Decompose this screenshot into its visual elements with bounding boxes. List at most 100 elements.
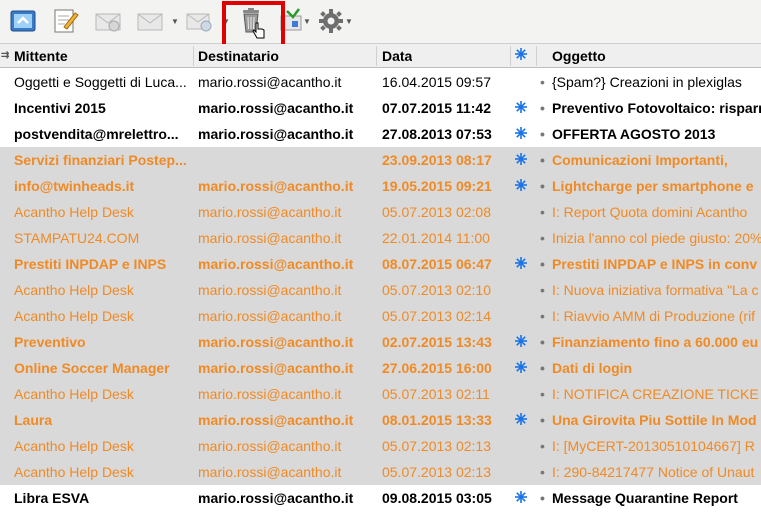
message-recipient: mario.rossi@acantho.it (198, 386, 342, 402)
message-sender: Preventivo (14, 334, 86, 350)
message-subject: I: Nuova iniziativa formativa "La c (552, 282, 759, 298)
message-row[interactable]: Acantho Help Desk mario.rossi@acantho.it 0… (0, 459, 761, 485)
message-subject: I: Report Quota domini Acantho (552, 204, 748, 220)
message-date: 08.07.2015 06:47 (382, 256, 492, 272)
thread-bullet-icon: • (540, 230, 545, 246)
message-subject: Lightcharge per smartphone e (552, 178, 754, 194)
message-recipient: mario.rossi@acantho.it (198, 438, 342, 454)
message-recipient: mario.rossi@acantho.it (198, 230, 342, 246)
message-subject: Comunicazioni Importanti, (552, 152, 728, 168)
message-row[interactable]: Incentivi 2015 mario.rossi@acantho.it 07.0… (0, 95, 761, 121)
message-row[interactable]: Acantho Help Desk mario.rossi@acantho.it 0… (0, 277, 761, 303)
column-date[interactable]: Data (382, 48, 412, 64)
message-sender: Acantho Help Desk (14, 464, 134, 480)
star-icon[interactable] (514, 178, 532, 195)
thread-bullet-icon: • (540, 308, 545, 324)
compose-icon[interactable] (50, 6, 80, 36)
message-sender: Servizi finanziari Postep... (14, 152, 187, 168)
star-icon[interactable] (514, 412, 532, 429)
message-subject: I: [MyCERT-20130510104667] R (552, 438, 755, 454)
settings-dropdown-caret[interactable]: ▼ (345, 18, 353, 26)
message-recipient: mario.rossi@acantho.it (198, 100, 354, 116)
thread-bullet-icon: • (540, 386, 545, 402)
column-divider[interactable] (376, 46, 377, 66)
thread-bullet-icon: • (540, 126, 545, 142)
star-icon[interactable] (514, 126, 532, 143)
message-date: 02.07.2015 13:43 (382, 334, 492, 350)
column-divider[interactable] (510, 46, 511, 66)
message-recipient: mario.rossi@acantho.it (198, 412, 354, 428)
get-mail-icon[interactable] (8, 6, 38, 36)
message-date: 22.01.2014 11:00 (382, 230, 490, 246)
junk-filter-dropdown-caret[interactable]: ▼ (303, 18, 311, 26)
thread-column-icon[interactable]: ⇉ (1, 50, 9, 61)
message-sender: postvendita@mrelettro... (14, 126, 179, 142)
message-sender: Oggetti e Soggetti di Luca... (14, 74, 187, 90)
thread-bullet-icon: • (540, 412, 545, 428)
star-icon[interactable] (514, 490, 532, 507)
send-receive-icon[interactable] (184, 6, 214, 36)
thread-bullet-icon: • (540, 438, 545, 454)
message-recipient: mario.rossi@acantho.it (198, 204, 342, 220)
star-icon[interactable] (514, 360, 532, 377)
message-sender: Acantho Help Desk (14, 308, 134, 324)
message-subject: Message Quarantine Report (552, 490, 738, 506)
column-divider[interactable] (536, 46, 537, 66)
message-sender: info@twinheads.it (14, 178, 135, 194)
column-sender[interactable]: Mittente (14, 48, 68, 64)
message-row[interactable]: postvendita@mrelettro... mario.rossi@acan… (0, 121, 761, 147)
message-subject: Una Girovita Piu Sottile In Mod (552, 412, 757, 428)
message-row[interactable]: Acantho Help Desk mario.rossi@acantho.it 0… (0, 303, 761, 329)
message-row[interactable]: Online Soccer Manager mario.rossi@acantho… (0, 355, 761, 381)
forward-icon[interactable] (134, 6, 164, 36)
message-subject: Finanziamento fino a 60.000 eu (552, 334, 759, 350)
star-icon[interactable] (514, 334, 532, 351)
message-subject: I: NOTIFICA CREAZIONE TICKE (552, 386, 759, 402)
message-row[interactable]: Acantho Help Desk mario.rossi@acantho.it 0… (0, 381, 761, 407)
message-row[interactable]: Acantho Help Desk mario.rossi@acantho.it 0… (0, 199, 761, 225)
message-row[interactable]: Servizi finanziari Postep... 23.09.2013 0… (0, 147, 761, 173)
message-row[interactable]: Prestiti INPDAP e INPS mario.rossi@acanth… (0, 251, 761, 277)
forward-dropdown-caret[interactable]: ▼ (171, 18, 179, 26)
message-sender: Acantho Help Desk (14, 282, 134, 298)
message-date: 27.06.2015 16:00 (382, 360, 492, 376)
column-recipient[interactable]: Destinatario (198, 48, 279, 64)
star-icon[interactable] (514, 152, 532, 169)
message-recipient: mario.rossi@acantho.it (198, 282, 342, 298)
message-date: 09.08.2015 03:05 (382, 490, 492, 506)
message-subject: Inizia l'anno col piede giusto: 20% (552, 230, 761, 246)
message-recipient: mario.rossi@acantho.it (198, 178, 354, 194)
message-subject: Prestiti INPDAP e INPS in conv (552, 256, 758, 272)
message-row[interactable]: Libra ESVA mario.rossi@acantho.it 09.08.20… (0, 485, 761, 511)
message-recipient: mario.rossi@acantho.it (198, 74, 342, 90)
message-date: 16.04.2015 09:57 (382, 74, 491, 90)
message-row[interactable]: info@twinheads.it mario.rossi@acantho.it 1… (0, 173, 761, 199)
message-sender: Libra ESVA (14, 490, 90, 506)
message-date: 07.07.2015 11:42 (382, 100, 491, 116)
settings-gear-icon[interactable] (316, 6, 346, 36)
reply-icon[interactable] (92, 6, 122, 36)
message-row[interactable]: Oggetti e Soggetti di Luca... mario.rossi… (0, 69, 761, 95)
message-recipient: mario.rossi@acantho.it (198, 334, 354, 350)
message-date: 08.01.2015 13:33 (382, 412, 492, 428)
message-date: 05.07.2013 02:11 (382, 386, 490, 402)
star-icon[interactable] (514, 100, 532, 117)
message-row[interactable]: STAMPATU24.COM mario.rossi@acantho.it 22.0… (0, 225, 761, 251)
star-icon[interactable] (514, 256, 532, 273)
message-row[interactable]: Laura mario.rossi@acantho.it 08.01.2015 13… (0, 407, 761, 433)
message-sender: Acantho Help Desk (14, 438, 134, 454)
message-date: 05.07.2013 02:08 (382, 204, 491, 220)
thread-bullet-icon: • (540, 464, 545, 480)
message-subject: I: Riavvio AMM di Produzione (rif (552, 308, 756, 324)
message-subject: I: 290-84217477 Notice of Unaut (552, 464, 755, 480)
column-subject[interactable]: Oggetto (552, 48, 606, 64)
message-row[interactable]: Preventivo mario.rossi@acantho.it 02.07.20… (0, 329, 761, 355)
message-recipient: mario.rossi@acantho.it (198, 490, 354, 506)
message-date: 05.07.2013 02:10 (382, 282, 491, 298)
message-subject: {Spam?} Creazioni in plexiglas (552, 74, 742, 90)
column-star-icon[interactable] (514, 47, 528, 64)
message-sender: Incentivi 2015 (14, 100, 106, 116)
column-divider[interactable] (193, 46, 194, 66)
message-row[interactable]: Acantho Help Desk mario.rossi@acantho.it 0… (0, 433, 761, 459)
message-list: Oggetti e Soggetti di Luca... mario.rossi… (0, 69, 761, 511)
